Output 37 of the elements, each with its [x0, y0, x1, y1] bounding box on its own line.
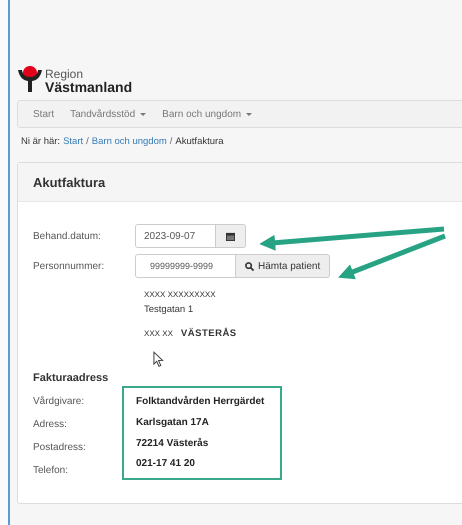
date-input[interactable]: 2023-09-07	[135, 224, 216, 248]
personal-number-input[interactable]: 99999999-9999	[135, 254, 236, 278]
fetch-patient-button[interactable]: Hämta patient	[236, 254, 330, 278]
breadcrumb-separator: /	[86, 136, 89, 149]
breadcrumb-link[interactable]: Start	[63, 136, 84, 150]
patient-street: Testgatan 1	[144, 304, 194, 317]
nav-link[interactable]: Start	[33, 108, 54, 120]
mouse-cursor-icon	[153, 351, 164, 368]
field-label: Telefon:	[33, 464, 70, 478]
calendar-button[interactable]	[216, 224, 246, 248]
nav-link[interactable]: Tandvårdsstöd	[70, 108, 146, 120]
field-value: 021-17 41 20	[136, 457, 196, 472]
section-heading: Fakturaadress	[33, 372, 108, 384]
field-label: Postadress:	[33, 441, 87, 455]
field-label: Adress:	[33, 418, 68, 432]
calendar-icon	[226, 232, 235, 240]
nav-link[interactable]: Barn och ungdom	[162, 108, 252, 120]
field-label: Behand.datum:	[33, 230, 102, 242]
breadcrumb-link[interactable]: Barn och ungdom	[92, 136, 167, 150]
patient-name: XXXX XXXXXXXXX	[144, 290, 217, 301]
patient-city: VÄSTERÅS	[180, 328, 237, 339]
patient-postcode: XXX XX	[144, 329, 173, 338]
caret-icon	[246, 112, 252, 116]
logo-region-text: Region	[45, 68, 84, 80]
field-label: Personnummer:	[33, 260, 106, 272]
caret-icon	[140, 112, 146, 116]
breadcrumb-separator: /	[170, 136, 172, 149]
search-icon	[245, 262, 254, 270]
breadcrumb-current: Akutfaktura	[175, 136, 224, 149]
card-title: Akutfaktura	[33, 174, 106, 190]
field-value: 72214 Västerås	[136, 436, 210, 450]
logo-icon	[17, 66, 43, 92]
logo-name-text: Västmanland	[45, 80, 132, 94]
field-value: Karlsgatan 17A	[136, 416, 210, 430]
field-value: Folktandvården Herrgärdet	[136, 395, 266, 409]
breadcrumb-label: Ni är här:	[21, 136, 60, 149]
field-label: Vårdgivare:	[33, 395, 86, 409]
